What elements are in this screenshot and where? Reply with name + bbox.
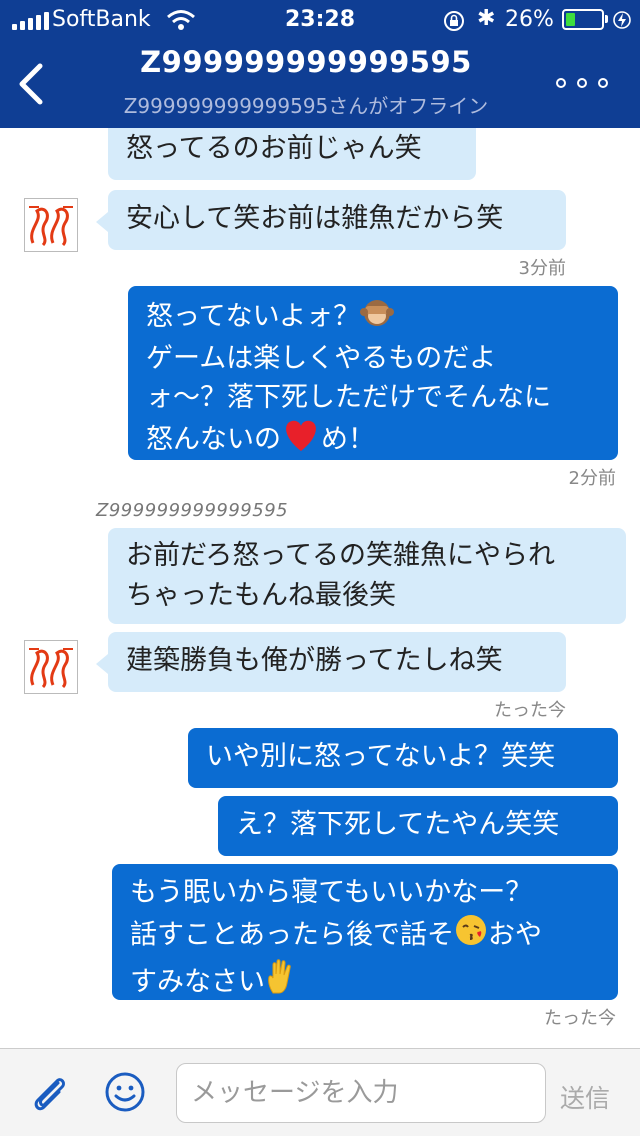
message-line: ォ〜？落下死しただけでそんなに <box>146 382 551 413</box>
message-line: ゲームは楽しくやるものだよ <box>146 343 497 374</box>
avatar-image <box>29 648 73 689</box>
message-bubble[interactable]: え？落下死してたやん笑笑 <box>218 796 618 856</box>
battery-icon <box>562 9 604 30</box>
top-bar: SoftBank 23:28 ✱ 26% Z999999999999595 Z9… <box>0 0 640 128</box>
battery-percentage: 26% <box>505 7 554 32</box>
message-line: もう眠いから寝てもいいかなー？ <box>130 877 533 908</box>
paperclip-icon[interactable] <box>28 1071 72 1115</box>
avatar-image <box>29 206 73 247</box>
see-no-evil-monkey-icon <box>360 296 395 339</box>
message-line: 怒ってないよォ？ <box>146 301 361 332</box>
message-line: すみなさい <box>130 966 265 998</box>
message-time: 3分前 <box>518 258 566 279</box>
message-line: 怒んないの <box>146 424 281 455</box>
message-composer: 送信 <box>0 1048 640 1136</box>
raised-hand-icon <box>265 959 297 1007</box>
bluetooth-icon: ✱ <box>477 6 496 31</box>
more-options-button[interactable] <box>556 78 608 88</box>
message-time: たった今 <box>494 700 566 721</box>
back-button[interactable] <box>12 58 52 110</box>
message-bubble[interactable]: 怒ってないよォ？ ゲームは楽しくやるものだよ ォ〜？落下死しただけでそんなに 怒… <box>128 286 618 460</box>
message-bubble[interactable]: いや別に怒ってないよ？笑笑 <box>188 728 618 788</box>
chat-area[interactable]: 怒ってるのお前じゃん笑 安心して笑お前は雑魚だから笑 3分前 怒ってないよォ？ … <box>0 128 640 1048</box>
message-bubble[interactable]: もう眠いから寝てもいいかなー？ 話すことあったら後で話そ おや すみなさい <box>112 864 618 1000</box>
rotation-lock-icon <box>444 11 464 31</box>
message-bubble[interactable]: 怒ってるのお前じゃん笑 <box>108 128 476 180</box>
message-bubble[interactable]: お前だろ怒ってるの笑雑魚にやられ ちゃったもんね最後笑 <box>108 528 626 624</box>
message-line: め！ <box>321 424 375 455</box>
kissing-face-icon <box>454 913 488 959</box>
presence-status: Z999999999999595さんがオフライン <box>123 94 489 118</box>
charging-icon <box>613 11 631 29</box>
chat-title: Z999999999999595 <box>140 45 472 79</box>
status-bar: SoftBank 23:28 ✱ 26% <box>0 0 640 40</box>
message-time: たった今 <box>544 1008 616 1029</box>
message-input[interactable] <box>176 1063 546 1123</box>
message-bubble[interactable]: 建築勝負も俺が勝ってたしね笑 <box>96 632 566 692</box>
contact-avatar[interactable] <box>24 198 78 252</box>
send-button[interactable]: 送信 <box>560 1079 610 1115</box>
message-time: 2分前 <box>568 468 616 489</box>
message-line: 話すことあったら後で話そ <box>130 919 454 951</box>
message-line: おや <box>488 919 542 951</box>
sender-name: Z999999999999595 <box>96 500 289 521</box>
message-bubble[interactable]: 安心して笑お前は雑魚だから笑 <box>96 190 566 250</box>
contact-avatar[interactable] <box>24 640 78 694</box>
red-heart-icon <box>281 417 321 464</box>
emoji-picker-icon[interactable] <box>104 1071 146 1113</box>
